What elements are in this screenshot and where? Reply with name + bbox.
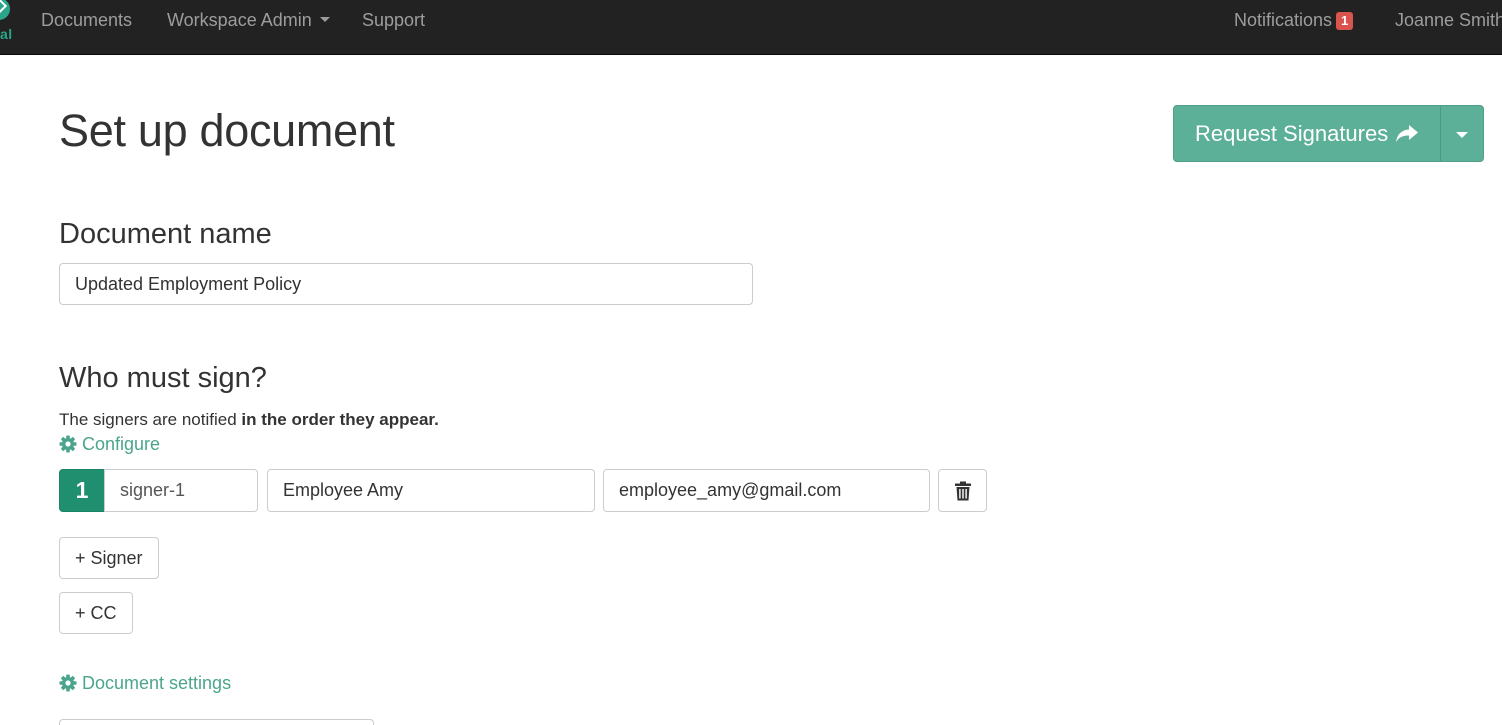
top-navbar: al Documents Workspace Admin Support Not…: [0, 0, 1502, 55]
remove-signer-button[interactable]: [938, 469, 987, 512]
signing-order-help-text: The signers are notified in the order th…: [59, 409, 439, 431]
cut-off-field-edge: [59, 719, 374, 725]
brand-logo-icon[interactable]: [0, 0, 10, 20]
nav-workspace-admin[interactable]: Workspace Admin: [167, 10, 330, 30]
request-signatures-button[interactable]: Request Signatures: [1174, 106, 1441, 161]
document-name-input[interactable]: [59, 263, 753, 305]
nav-workspace-admin-label: Workspace Admin: [167, 10, 312, 30]
configure-label: Configure: [82, 434, 161, 454]
nav-notifications[interactable]: Notifications 1: [1234, 10, 1354, 30]
request-signatures-label: Request Signatures: [1195, 120, 1389, 146]
help-text-emphasis: in the order they appear.: [241, 410, 439, 429]
trash-icon: [954, 481, 971, 500]
nav-documents[interactable]: Documents: [41, 10, 132, 30]
request-signatures-button-group: Request Signatures: [1173, 105, 1484, 162]
configure-link[interactable]: Configure: [59, 434, 160, 454]
notifications-label: Notifications: [1234, 10, 1333, 30]
signer-name-input[interactable]: [267, 469, 595, 512]
request-signatures-dropdown-toggle[interactable]: [1441, 106, 1483, 161]
page-title: Set up document: [59, 105, 395, 156]
help-text-prefix: The signers are notified: [59, 410, 242, 429]
share-arrow-icon: [1396, 124, 1419, 142]
signer-order-number: 1: [59, 469, 105, 512]
chevron-down-icon: [319, 17, 330, 23]
brand-text[interactable]: al: [0, 26, 13, 42]
document-name-heading: Document name: [59, 218, 272, 250]
notifications-count-badge: 1: [1336, 12, 1354, 30]
document-settings-link[interactable]: Document settings: [59, 673, 231, 693]
document-settings-label: Document settings: [82, 673, 232, 693]
who-must-sign-heading: Who must sign?: [59, 362, 267, 394]
caret-down-icon: [1456, 131, 1468, 138]
signer-email-input[interactable]: [603, 469, 930, 512]
signer-role-input[interactable]: [104, 469, 258, 512]
add-cc-button[interactable]: + CC: [59, 592, 133, 634]
nav-support[interactable]: Support: [362, 10, 425, 30]
add-signer-button[interactable]: + Signer: [59, 537, 159, 579]
nav-user-menu[interactable]: Joanne Smith: [1395, 10, 1502, 30]
gear-icon: [59, 674, 77, 692]
gear-icon: [59, 435, 77, 453]
